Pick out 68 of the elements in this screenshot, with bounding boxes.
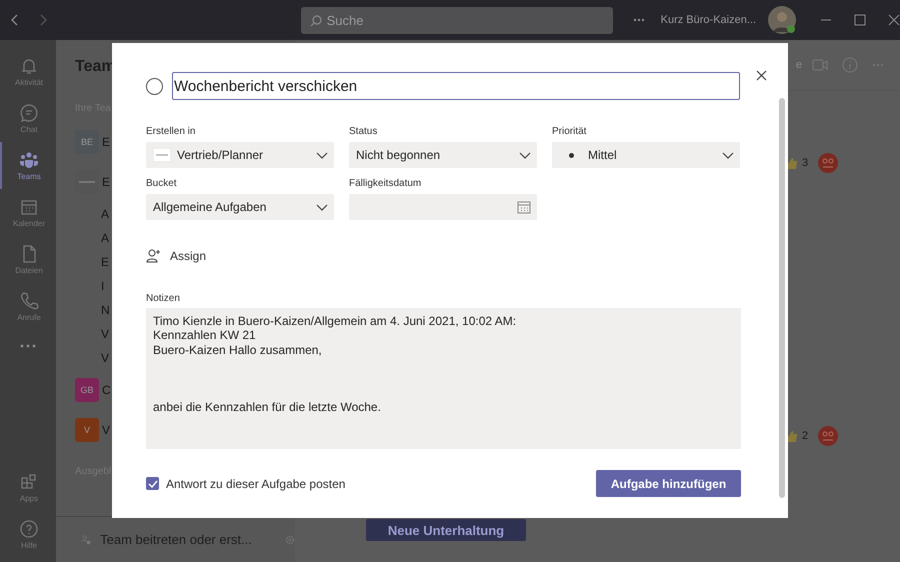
assign-button[interactable]: Assign <box>146 249 740 263</box>
checkmark-icon <box>148 480 158 488</box>
plan-logo-icon <box>153 148 171 162</box>
field-label: Priorität <box>552 126 588 137</box>
rail-item[interactable]: Kalender <box>0 189 56 236</box>
dropdown[interactable]: Allgemeine Aufgaben <box>146 194 334 220</box>
phone-icon <box>19 291 39 311</box>
rail-item[interactable]: Aktivität <box>0 48 56 95</box>
team-avatar-icon <box>818 153 838 173</box>
team-name[interactable]: E <box>102 175 110 189</box>
title-field[interactable]: Wochenbericht verschicken <box>172 72 740 100</box>
maximize-icon[interactable] <box>854 14 866 26</box>
new-conversation-button[interactable]: Neue Unterhaltung <box>366 519 526 541</box>
forward-icon[interactable] <box>40 14 48 26</box>
chevron-down-icon <box>316 152 328 158</box>
chat-icon <box>19 103 39 123</box>
date-field[interactable] <box>349 194 537 220</box>
join-team-link[interactable]: Team beitreten oder erst... <box>100 532 252 547</box>
user-name[interactable]: Kurz Büro-Kaizen... <box>660 14 756 26</box>
avatar-icon[interactable] <box>768 6 796 34</box>
back-icon[interactable] <box>10 14 18 26</box>
chevron-down-icon <box>519 152 531 158</box>
complete-checkbox[interactable] <box>146 78 163 94</box>
post-reply-checkbox[interactable]: Antwort zu dieser Aufgabe posten <box>146 476 346 490</box>
field-label: Status <box>349 126 378 137</box>
channel-item[interactable]: E <box>101 255 110 269</box>
team-avatar-icon <box>818 426 838 446</box>
teams-icon <box>19 150 39 170</box>
rail-item[interactable]: Apps <box>0 464 56 511</box>
reaction-count: 2 <box>802 430 808 442</box>
priority-dot-icon <box>569 152 574 158</box>
team-name[interactable]: C <box>102 383 111 397</box>
channel-item[interactable]: V <box>101 351 110 365</box>
notes-field[interactable]: Timo Kienzle in Buero-Kaizen/Allgemein am 4. Juni 2021, 10:02 AM: Kennzahlen KW 21 Buero-Kaizen Hallo zusammen, anbei die Kennzahlen für die letzte Woche. <box>146 308 741 449</box>
chevron-down-icon <box>722 152 734 158</box>
more-icon[interactable] <box>632 18 645 22</box>
close-icon[interactable] <box>756 70 767 81</box>
channel-item[interactable]: A <box>101 231 110 245</box>
calendar-icon <box>517 200 531 214</box>
field-label: Notizen <box>146 293 181 304</box>
team-avatar[interactable]: V <box>75 418 99 442</box>
channel-item[interactable]: V <box>101 327 110 341</box>
reaction-count: 3 <box>802 157 808 169</box>
field-label: Fälligkeitsdatum <box>349 178 422 189</box>
team-name[interactable]: E <box>102 135 110 149</box>
more-icon[interactable] <box>20 344 36 348</box>
dropdown[interactable]: Nicht begonnen <box>349 142 537 168</box>
add-task-button[interactable]: Aufgabe hinzufügen <box>596 470 741 497</box>
scrollbar[interactable] <box>779 98 785 498</box>
team-avatar[interactable]: BE <box>75 130 99 154</box>
field-label: Bucket <box>146 178 178 189</box>
dropdown[interactable]: Mittel <box>552 142 740 168</box>
channel-item[interactable]: A <box>101 207 110 221</box>
rail-item[interactable]: Hilfe <box>0 511 56 558</box>
team-name[interactable]: V <box>102 423 110 437</box>
dropdown[interactable]: Vertrieb/Planner <box>146 142 334 168</box>
field-label: Erstellen in <box>146 126 196 137</box>
help-icon <box>19 519 39 539</box>
add-person-icon <box>146 249 161 263</box>
channel-item[interactable]: N <box>101 303 110 317</box>
team-avatar[interactable]: GB <box>75 378 99 402</box>
close-icon[interactable] <box>888 14 900 26</box>
rail-item[interactable]: Anrufe <box>0 283 56 330</box>
chevron-down-icon <box>316 204 328 210</box>
search-field[interactable]: Suche <box>300 6 613 34</box>
channel-item[interactable]: I <box>101 279 104 293</box>
rail-item[interactable]: Chat <box>0 95 56 142</box>
rail-item[interactable]: Dateien <box>0 236 56 283</box>
